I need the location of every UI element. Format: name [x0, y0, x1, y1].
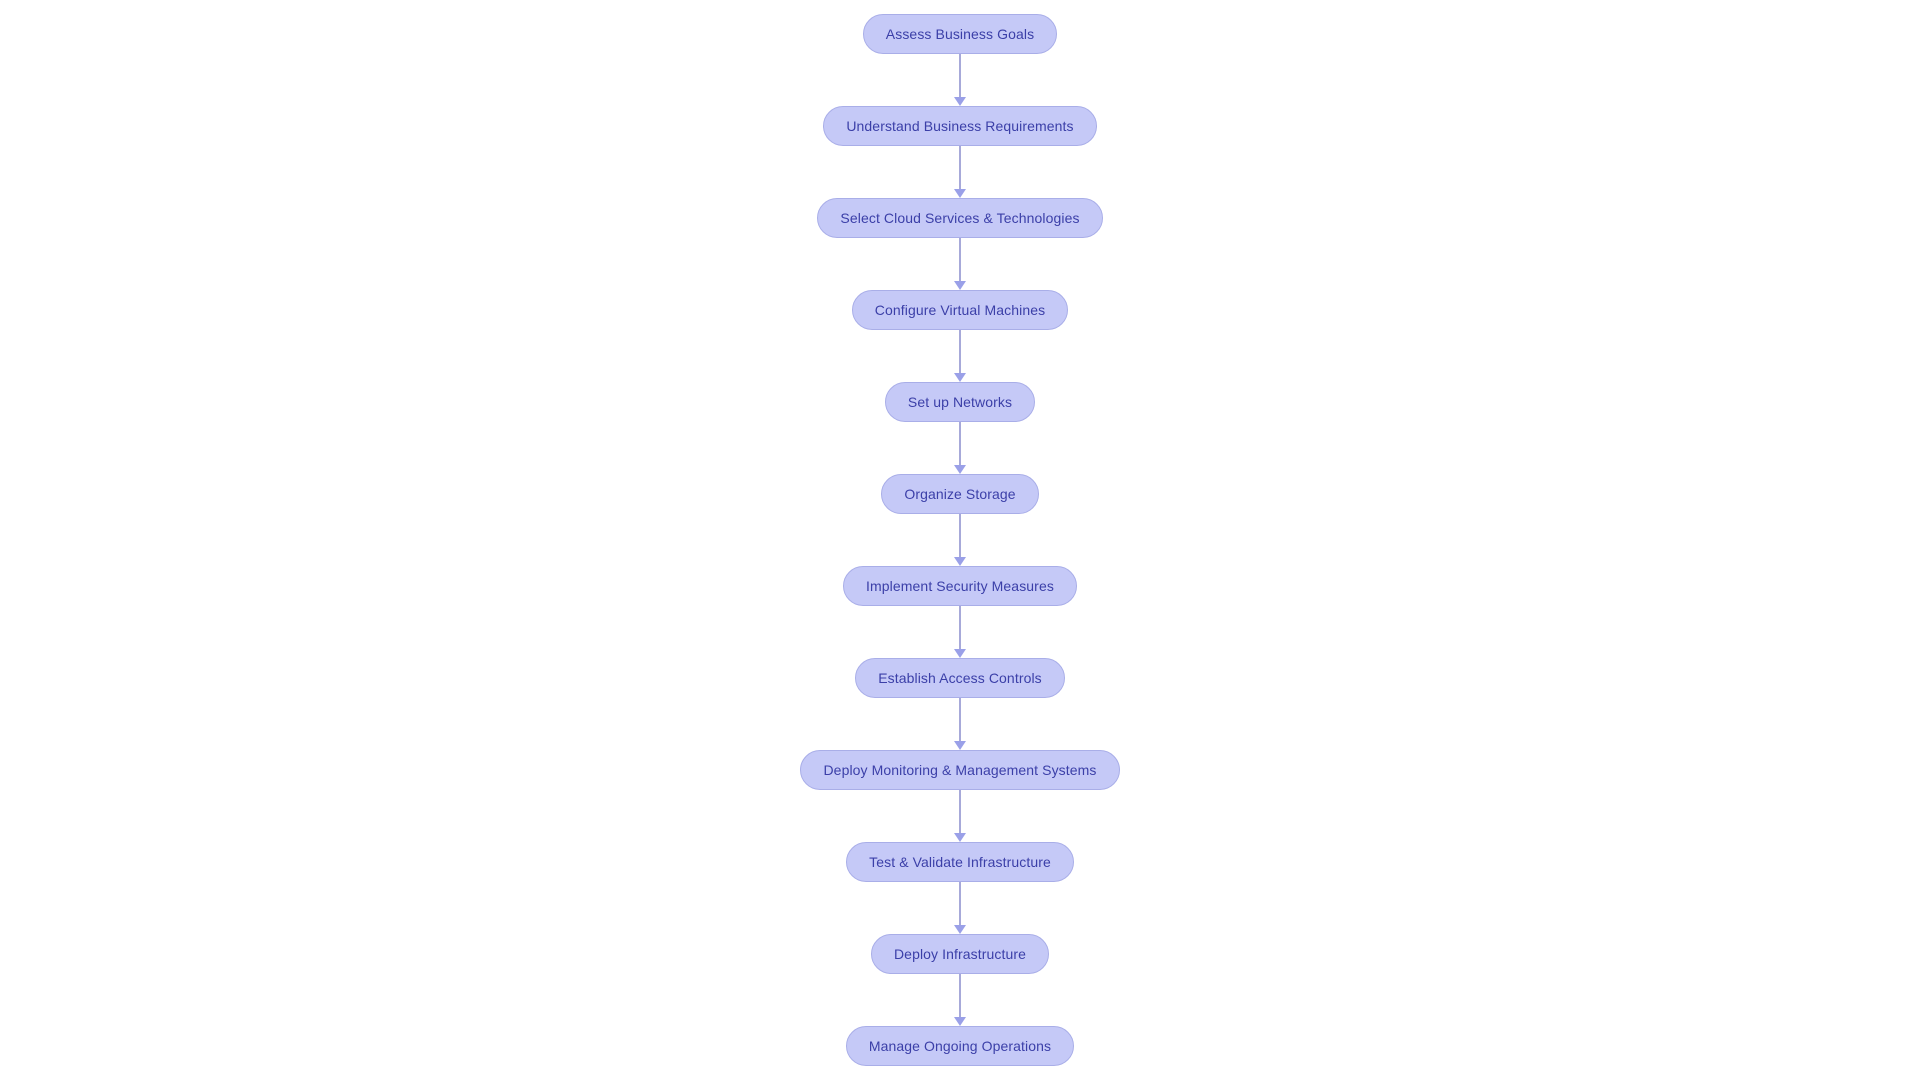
arrow-head-down-icon [954, 557, 966, 566]
flowchart-canvas: Assess Business Goals Understand Business… [0, 0, 1920, 1080]
flow-node-label: Establish Access Controls [878, 670, 1042, 686]
arrow-head-down-icon [954, 1017, 966, 1026]
arrow-line-icon [959, 790, 961, 834]
arrow-head-down-icon [954, 925, 966, 934]
flow-node-label: Select Cloud Services & Technologies [840, 210, 1080, 226]
arrow-head-down-icon [954, 741, 966, 750]
flow-arrow-n9-to-n10 [952, 790, 968, 842]
arrow-head-down-icon [954, 465, 966, 474]
flow-arrow-n11-to-n12 [952, 974, 968, 1026]
flow-arrow-n5-to-n6 [952, 422, 968, 474]
flow-node-n9[interactable]: Deploy Monitoring & Management Systems [800, 750, 1120, 790]
flow-arrow-n3-to-n4 [952, 238, 968, 290]
flow-arrow-n6-to-n7 [952, 514, 968, 566]
arrow-line-icon [959, 146, 961, 190]
flow-node-label: Configure Virtual Machines [874, 302, 1046, 318]
flow-node-label: Test & Validate Infrastructure [869, 854, 1051, 870]
flow-node-n11[interactable]: Deploy Infrastructure [870, 934, 1050, 974]
arrow-line-icon [959, 238, 961, 282]
arrow-line-icon [959, 882, 961, 926]
flow-node-n3[interactable]: Select Cloud Services & Technologies [817, 198, 1103, 238]
flow-node-label: Organize Storage [904, 486, 1016, 502]
arrow-head-down-icon [954, 189, 966, 198]
flowchart-node-column: Assess Business Goals Understand Business… [0, 14, 1920, 1066]
flow-arrow-n10-to-n11 [952, 882, 968, 934]
flow-node-n2[interactable]: Understand Business Requirements [823, 106, 1097, 146]
flow-node-n5[interactable]: Set up Networks [884, 382, 1036, 422]
arrow-head-down-icon [954, 373, 966, 382]
arrow-line-icon [959, 606, 961, 650]
flow-node-n1[interactable]: Assess Business Goals [862, 14, 1058, 54]
arrow-head-down-icon [954, 97, 966, 106]
flow-node-n4[interactable]: Configure Virtual Machines [851, 290, 1069, 330]
flow-node-n10[interactable]: Test & Validate Infrastructure [846, 842, 1074, 882]
flow-node-label: Implement Security Measures [866, 578, 1054, 594]
arrow-head-down-icon [954, 649, 966, 658]
flow-arrow-n8-to-n9 [952, 698, 968, 750]
arrow-line-icon [959, 54, 961, 98]
arrow-line-icon [959, 514, 961, 558]
flow-node-label: Deploy Monitoring & Management Systems [823, 762, 1097, 778]
flow-arrow-n7-to-n8 [952, 606, 968, 658]
flow-node-label: Manage Ongoing Operations [868, 1038, 1052, 1054]
flow-arrow-n1-to-n2 [952, 54, 968, 106]
flow-node-n7[interactable]: Implement Security Measures [843, 566, 1077, 606]
flow-node-n8[interactable]: Establish Access Controls [855, 658, 1065, 698]
arrow-line-icon [959, 422, 961, 466]
arrow-line-icon [959, 330, 961, 374]
arrow-line-icon [959, 974, 961, 1018]
arrow-head-down-icon [954, 833, 966, 842]
flow-arrow-n4-to-n5 [952, 330, 968, 382]
flow-node-label: Deploy Infrastructure [893, 946, 1027, 962]
flow-node-label: Understand Business Requirements [846, 118, 1074, 134]
arrow-line-icon [959, 698, 961, 742]
flow-node-n6[interactable]: Organize Storage [881, 474, 1039, 514]
flow-node-label: Assess Business Goals [885, 26, 1035, 42]
flow-arrow-n2-to-n3 [952, 146, 968, 198]
flow-node-label: Set up Networks [907, 394, 1013, 410]
arrow-head-down-icon [954, 281, 966, 290]
flow-node-n12[interactable]: Manage Ongoing Operations [845, 1026, 1075, 1066]
